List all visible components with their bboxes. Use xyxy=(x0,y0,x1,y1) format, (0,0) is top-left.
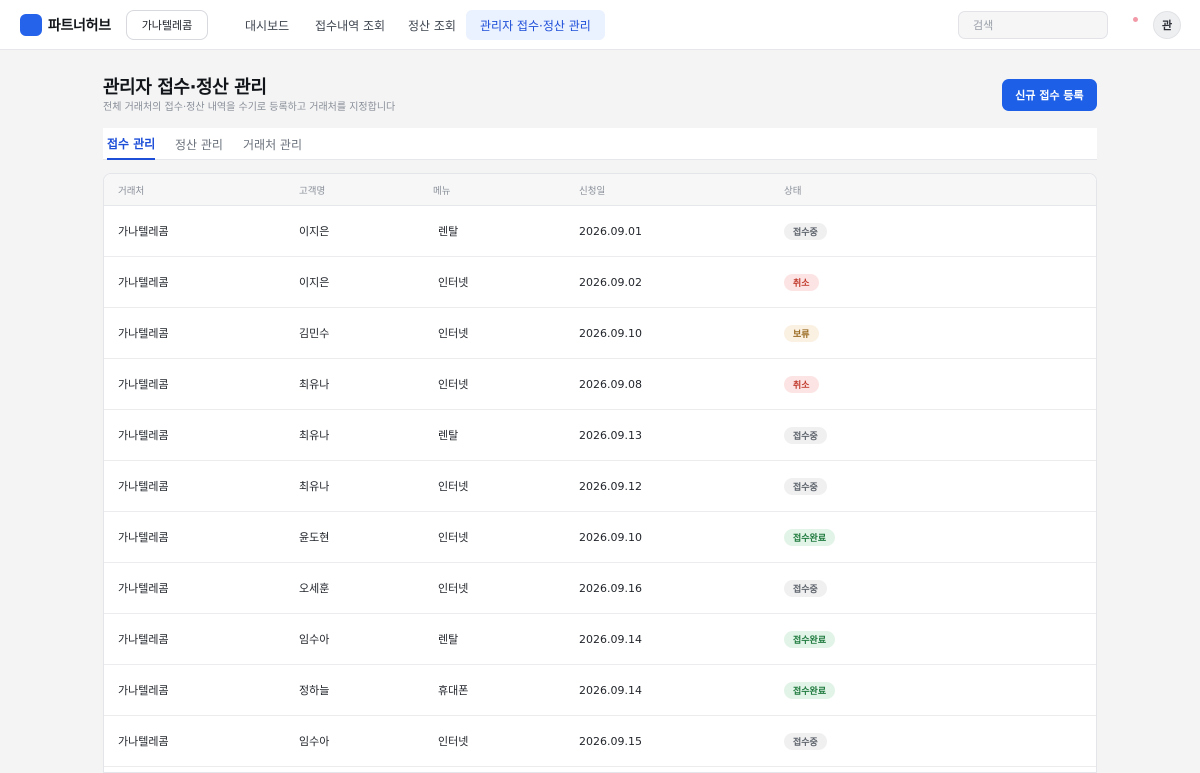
cell-date: 2026.09.14 xyxy=(579,632,642,646)
cell-partner: 가나텔레콤 xyxy=(118,531,169,544)
brand-logo-icon xyxy=(20,14,42,36)
partner-selector-button[interactable]: 가나텔레콤 xyxy=(126,10,208,40)
brand-name: 파트너허브 xyxy=(48,18,111,34)
cell-partner: 가나텔레콤 xyxy=(118,276,169,289)
table-row[interactable]: 가나텔레콤 이지은 렌탈 2026.09.01 접수중 xyxy=(104,206,1096,257)
column-header-customer: 고객명 xyxy=(299,186,326,197)
cell-customer: 임수아 xyxy=(299,633,330,646)
cell-date: 2026.09.10 xyxy=(579,326,642,340)
cell-customer: 정하늘 xyxy=(299,684,330,697)
search-input[interactable]: 검색 xyxy=(958,11,1108,39)
table-row[interactable]: 가나텔레콤 최유나 인터넷 2026.09.12 접수중 xyxy=(104,461,1096,512)
status-badge: 접수중 xyxy=(784,223,827,240)
cell-menu: 인터넷 xyxy=(438,582,469,595)
table-row[interactable]: 가나텔레콤 김민수 인터넷 2026.09.10 보류 xyxy=(104,308,1096,359)
status-badge: 접수완료 xyxy=(784,529,836,546)
nav-item-settlement[interactable]: 정산 조회 xyxy=(394,10,470,40)
cell-customer: 최유나 xyxy=(299,378,330,391)
cell-menu: 휴대폰 xyxy=(438,684,469,697)
cell-date: 2026.09.12 xyxy=(579,479,642,493)
page-subtitle: 전체 거래처의 접수·정산 내역을 수기로 등록하고 거래처를 지정합니다 xyxy=(103,102,396,113)
cell-menu: 인터넷 xyxy=(438,276,469,289)
column-header-menu: 메뉴 xyxy=(433,186,451,197)
cell-customer: 오세훈 xyxy=(299,582,330,595)
table-row[interactable]: 가나텔레콤 임수아 렌탈 2026.09.14 접수완료 xyxy=(104,614,1096,665)
notification-dot-icon[interactable] xyxy=(1133,17,1138,22)
cell-partner: 가나텔레콤 xyxy=(118,327,169,340)
cell-date: 2026.09.16 xyxy=(579,581,642,595)
nav-item-admin-management[interactable]: 관리자 접수·정산 관리 xyxy=(466,10,605,40)
table-row[interactable]: 가나텔레콤 윤도현 인터넷 2026.09.10 접수완료 xyxy=(104,512,1096,563)
cell-date: 2026.09.08 xyxy=(579,377,642,391)
table-row[interactable]: 가나텔레콤 최유나 인터넷 2026.09.08 취소 xyxy=(104,359,1096,410)
cell-menu: 렌탈 xyxy=(438,429,459,442)
cell-customer: 임수아 xyxy=(299,735,330,748)
table-row[interactable]: 가나텔레콤 오세훈 인터넷 2026.09.16 접수중 xyxy=(104,563,1096,614)
cell-partner: 가나텔레콤 xyxy=(118,429,169,442)
status-badge: 보류 xyxy=(784,325,819,342)
cell-date: 2026.09.01 xyxy=(579,224,642,238)
tab-bar: 접수 관리 정산 관리 거래처 관리 xyxy=(103,128,1097,160)
cell-date: 2026.09.02 xyxy=(579,275,642,289)
cell-menu: 렌탈 xyxy=(438,633,459,646)
cell-partner: 가나텔레콤 xyxy=(118,684,169,697)
cell-menu: 인터넷 xyxy=(438,378,469,391)
cell-date: 2026.09.10 xyxy=(579,530,642,544)
status-badge: 취소 xyxy=(784,376,819,393)
cell-menu: 인터넷 xyxy=(438,327,469,340)
cell-customer: 이지은 xyxy=(299,225,330,238)
nav-item-dashboard[interactable]: 대시보드 xyxy=(231,10,303,40)
table-header: 거래처 고객명 메뉴 신청일 상태 xyxy=(104,174,1096,206)
top-navigation-bar: 파트너허브 가나텔레콤 대시보드 접수내역 조회 정산 조회 관리자 접수·정산… xyxy=(0,0,1200,50)
cell-customer: 김민수 xyxy=(299,327,330,340)
table-row[interactable]: 가나텔레콤 정하늘 휴대폰 2026.09.14 접수완료 xyxy=(104,665,1096,716)
cell-menu: 인터넷 xyxy=(438,735,469,748)
cell-customer: 윤도현 xyxy=(299,531,330,544)
cell-partner: 가나텔레콤 xyxy=(118,480,169,493)
cell-partner: 가나텔레콤 xyxy=(118,378,169,391)
cell-customer: 최유나 xyxy=(299,429,330,442)
cell-date: 2026.09.15 xyxy=(579,734,642,748)
table-row[interactable]: 가나텔레콤 임수아 인터넷 2026.09.15 접수중 xyxy=(104,716,1096,767)
table-row[interactable]: 가나텔레콤 최유나 렌탈 2026.09.13 접수중 xyxy=(104,410,1096,461)
receipt-table: 거래처 고객명 메뉴 신청일 상태 가나텔레콤 이지은 렌탈 2026.09.01 접수… xyxy=(103,173,1097,773)
status-badge: 접수중 xyxy=(784,733,827,750)
avatar[interactable]: 관 xyxy=(1153,11,1181,39)
nav-item-receipt-history[interactable]: 접수내역 조회 xyxy=(301,10,399,40)
cell-date: 2026.09.13 xyxy=(579,428,642,442)
column-header-partner: 거래처 xyxy=(118,186,145,197)
status-badge: 접수완료 xyxy=(784,631,836,648)
cell-menu: 인터넷 xyxy=(438,531,469,544)
cell-menu: 인터넷 xyxy=(438,480,469,493)
tab-partner-management[interactable]: 거래처 관리 xyxy=(243,128,302,160)
status-badge: 접수중 xyxy=(784,580,827,597)
cell-partner: 가나텔레콤 xyxy=(118,582,169,595)
status-badge: 접수중 xyxy=(784,427,827,444)
new-receipt-button[interactable]: 신규 접수 등록 xyxy=(1002,79,1097,111)
cell-customer: 이지은 xyxy=(299,276,330,289)
tab-settlement-management[interactable]: 정산 관리 xyxy=(175,128,223,160)
column-header-date: 신청일 xyxy=(579,186,606,197)
status-badge: 접수중 xyxy=(784,478,827,495)
tab-receipt-management[interactable]: 접수 관리 xyxy=(107,128,156,160)
cell-menu: 렌탈 xyxy=(438,225,459,238)
cell-partner: 가나텔레콤 xyxy=(118,225,169,238)
status-badge: 취소 xyxy=(784,274,819,291)
column-header-status: 상태 xyxy=(784,186,802,197)
table-row[interactable]: 가나텔레콤 이지은 인터넷 2026.09.02 취소 xyxy=(104,257,1096,308)
cell-customer: 최유나 xyxy=(299,480,330,493)
status-badge: 접수완료 xyxy=(784,682,836,699)
cell-date: 2026.09.14 xyxy=(579,683,642,697)
page-title: 관리자 접수·정산 관리 xyxy=(103,77,267,98)
cell-partner: 가나텔레콤 xyxy=(118,633,169,646)
cell-partner: 가나텔레콤 xyxy=(118,735,169,748)
